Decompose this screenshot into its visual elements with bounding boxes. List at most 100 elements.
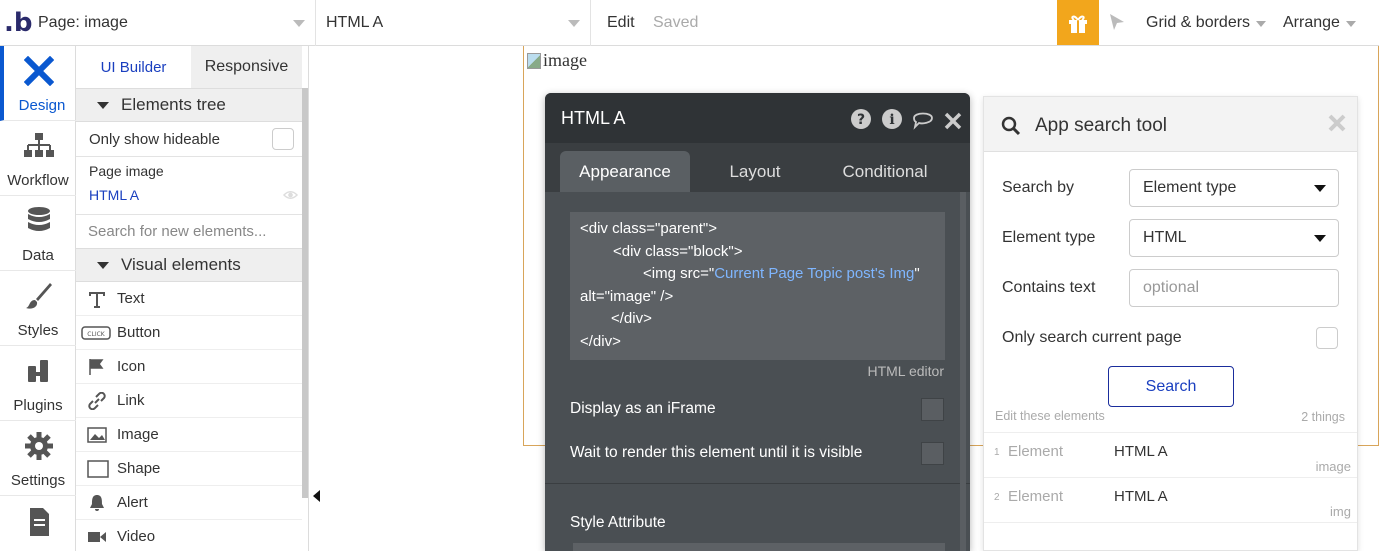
html-editor-link[interactable]: HTML editor bbox=[867, 363, 944, 379]
arrange-menu[interactable]: Arrange bbox=[1283, 14, 1340, 32]
result-row[interactable]: 2 Element HTML A img bbox=[984, 477, 1357, 522]
tab-appearance[interactable]: Appearance bbox=[560, 151, 690, 192]
element-label: Video bbox=[117, 528, 156, 545]
element-link[interactable]: Link bbox=[76, 384, 302, 418]
eye-icon[interactable] bbox=[283, 189, 298, 201]
html-code-editor[interactable]: <div class="parent"> <div class="block">… bbox=[570, 212, 945, 360]
contains-text-input[interactable]: optional bbox=[1129, 269, 1339, 307]
element-video[interactable]: Video bbox=[76, 520, 302, 551]
element-label: Text bbox=[117, 290, 145, 307]
only-current-page-checkbox[interactable] bbox=[1316, 327, 1338, 349]
result-value: HTML A bbox=[1114, 488, 1168, 505]
element-dropdown[interactable]: HTML A bbox=[316, 0, 591, 46]
search-tool-header[interactable]: App search tool bbox=[984, 97, 1357, 152]
tab-conditional[interactable]: Conditional bbox=[820, 151, 950, 192]
result-row[interactable]: 1 Element HTML A image bbox=[984, 432, 1357, 477]
tab-responsive[interactable]: Responsive bbox=[191, 46, 302, 88]
page-dropdown-label: Page: image bbox=[38, 14, 128, 31]
chevron-down-icon bbox=[293, 20, 305, 27]
search-button[interactable]: Search bbox=[1108, 366, 1234, 407]
flag-icon bbox=[89, 359, 104, 375]
search-by-select[interactable]: Element type bbox=[1129, 169, 1339, 207]
tab-layout[interactable]: Layout bbox=[690, 151, 820, 192]
video-icon bbox=[88, 532, 106, 542]
gift-button[interactable] bbox=[1057, 0, 1099, 45]
close-icon[interactable] bbox=[1327, 113, 1347, 133]
pointer-icon[interactable] bbox=[1107, 12, 1127, 32]
top-bar: .b Page: image HTML A Edit Saved Grid & … bbox=[0, 0, 1379, 46]
nav-plugins[interactable]: Plugins bbox=[0, 346, 76, 421]
design-icon bbox=[24, 56, 54, 86]
svg-text:CLICK: CLICK bbox=[87, 331, 105, 338]
style-attribute-input[interactable] bbox=[573, 543, 945, 551]
grid-borders-menu[interactable]: Grid & borders bbox=[1146, 14, 1250, 32]
broken-image[interactable]: image bbox=[527, 50, 587, 71]
nav-label: Settings bbox=[10, 472, 66, 489]
svg-text:i: i bbox=[889, 112, 894, 128]
caret-down-icon bbox=[97, 102, 109, 109]
help-icon[interactable]: ? bbox=[850, 108, 872, 130]
result-sub: image bbox=[1315, 459, 1351, 474]
wait-render-label: Wait to render this element until it is … bbox=[570, 444, 863, 461]
bubble-logo[interactable]: .b bbox=[4, 8, 33, 38]
broken-image-icon bbox=[527, 52, 541, 69]
nav-settings[interactable]: Settings bbox=[0, 421, 76, 496]
comment-icon[interactable] bbox=[912, 108, 934, 130]
element-alert[interactable]: Alert bbox=[76, 486, 302, 520]
nav-design[interactable]: Design bbox=[0, 46, 76, 121]
panel-scrollbar[interactable] bbox=[302, 88, 308, 498]
search-elements-input[interactable]: Search for new elements... bbox=[76, 214, 302, 249]
element-type-select[interactable]: HTML bbox=[1129, 219, 1339, 257]
element-icon[interactable]: Icon bbox=[76, 350, 302, 384]
search-by-value: Element type bbox=[1143, 179, 1237, 196]
element-type-label: Element type bbox=[1002, 229, 1096, 246]
collapse-panel-icon[interactable] bbox=[313, 490, 320, 502]
panel-tabs: UI Builder Responsive bbox=[76, 46, 302, 88]
property-editor-header[interactable]: HTML A ? i bbox=[545, 93, 970, 143]
element-dropdown-label: HTML A bbox=[326, 14, 384, 31]
elements-tree-header[interactable]: Elements tree bbox=[76, 88, 302, 122]
code-text: <img src=" bbox=[643, 265, 715, 282]
close-icon[interactable] bbox=[944, 110, 962, 132]
text-icon bbox=[89, 292, 105, 308]
wait-render-checkbox[interactable] bbox=[921, 442, 944, 465]
svg-text:?: ? bbox=[857, 112, 865, 128]
element-image[interactable]: Image bbox=[76, 418, 302, 452]
bell-icon bbox=[90, 495, 104, 511]
element-shape[interactable]: Shape bbox=[76, 452, 302, 486]
nav-logs[interactable] bbox=[0, 496, 76, 551]
chevron-down-icon bbox=[568, 20, 580, 27]
display-iframe-checkbox[interactable] bbox=[921, 398, 944, 421]
element-label: Icon bbox=[117, 358, 146, 375]
nav-data[interactable]: Data bbox=[0, 196, 76, 271]
visual-elements-label: Visual elements bbox=[121, 255, 241, 274]
only-show-hideable-label: Only show hideable bbox=[89, 131, 220, 148]
tab-ui-builder[interactable]: UI Builder bbox=[76, 46, 191, 88]
dynamic-expression[interactable]: Current Page Topic post's Img bbox=[714, 265, 914, 282]
result-sub: img bbox=[1330, 504, 1351, 519]
left-nav: Design Workflow Data Styles Plugins Sett… bbox=[0, 46, 76, 551]
element-text[interactable]: Text bbox=[76, 282, 302, 316]
result-key: Element bbox=[1008, 443, 1064, 460]
tree-item-page[interactable]: Page image bbox=[89, 163, 164, 179]
search-tool-title: App search tool bbox=[1035, 115, 1168, 136]
property-editor-scrollbar[interactable] bbox=[960, 192, 966, 551]
document-icon bbox=[30, 508, 49, 536]
nav-styles[interactable]: Styles bbox=[0, 271, 76, 346]
nav-label: Data bbox=[22, 247, 54, 264]
page-dropdown[interactable]: Page: image bbox=[32, 0, 316, 46]
nav-workflow[interactable]: Workflow bbox=[0, 121, 76, 196]
search-by-label: Search by bbox=[1002, 179, 1075, 196]
chevron-down-icon bbox=[1314, 235, 1326, 242]
saved-status: Saved bbox=[653, 14, 699, 31]
edit-these-elements-link[interactable]: Edit these elements bbox=[995, 409, 1105, 423]
visual-elements-header[interactable]: Visual elements bbox=[76, 248, 302, 282]
only-show-hideable-checkbox[interactable] bbox=[272, 128, 294, 150]
tree-item-html-a[interactable]: HTML A bbox=[89, 187, 139, 203]
edit-label: Edit bbox=[607, 14, 635, 31]
info-icon[interactable]: i bbox=[881, 108, 903, 130]
brush-icon bbox=[26, 283, 52, 309]
code-line: <div class="parent"> bbox=[580, 220, 717, 237]
elements-tree-label: Elements tree bbox=[121, 95, 226, 114]
element-button[interactable]: CLICK Button bbox=[76, 316, 302, 350]
